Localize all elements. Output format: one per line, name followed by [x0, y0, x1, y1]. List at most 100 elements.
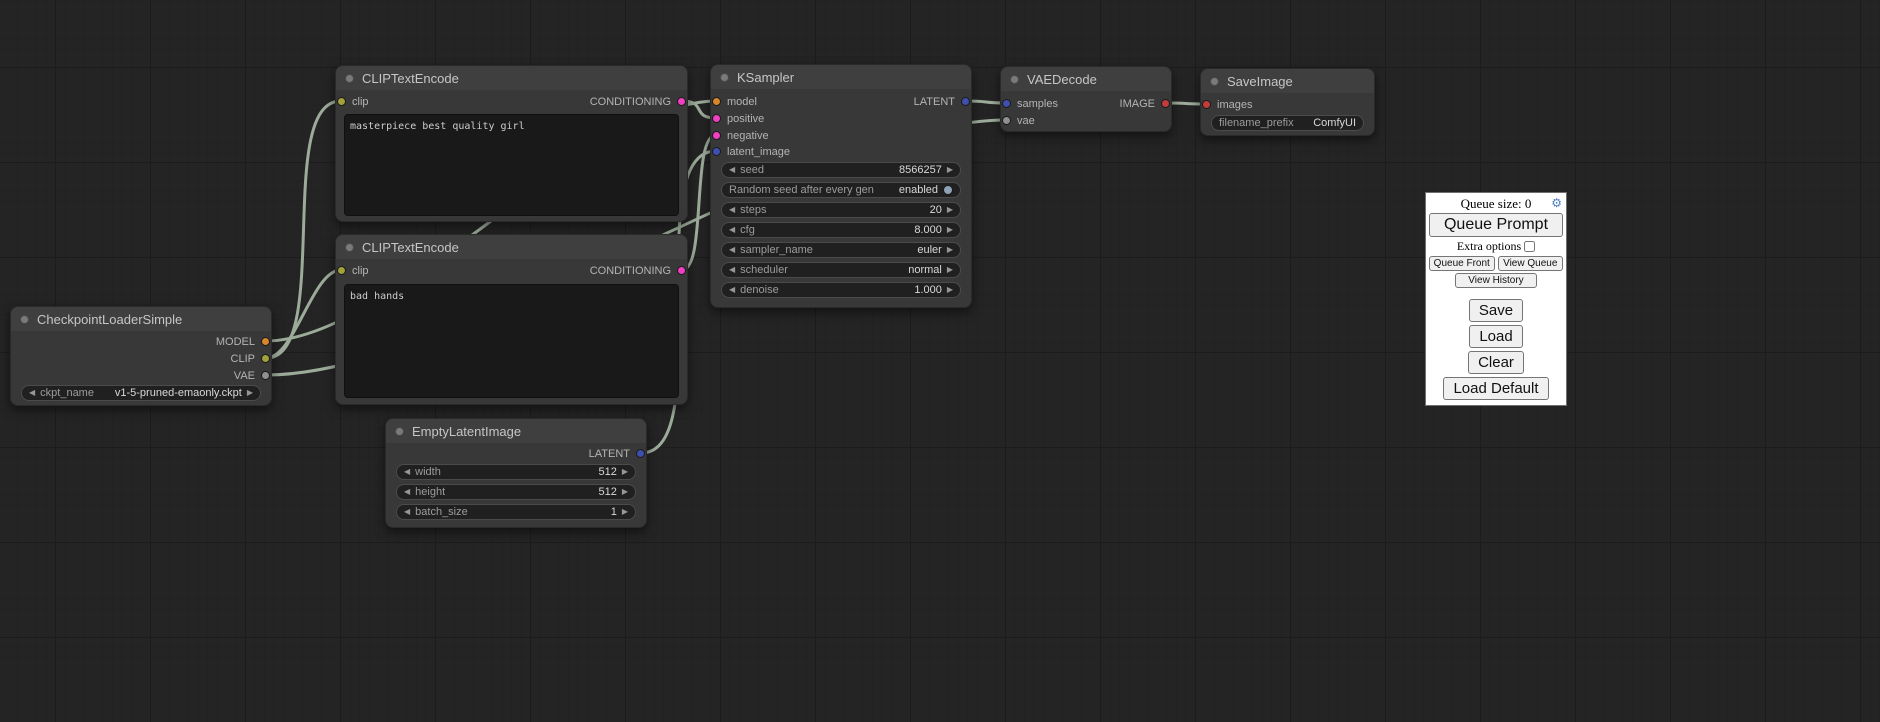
random-seed-toggle-widget[interactable]: Random seed after every gen enabled	[721, 182, 961, 198]
latent-image-input-slot: latent_image	[711, 144, 971, 160]
decrement-arrow-icon[interactable]: ◀	[29, 389, 35, 397]
increment-arrow-icon[interactable]: ▶	[247, 389, 253, 397]
extra-options-label: Extra options	[1457, 239, 1521, 254]
latent-output-dot[interactable]	[636, 449, 645, 458]
widget-value: 1	[611, 506, 617, 518]
model-output-dot[interactable]	[261, 337, 270, 346]
scheduler-widget[interactable]: ◀ scheduler normal ▶	[721, 262, 961, 278]
node-checkpoint-loader-simple[interactable]: CheckpointLoaderSimple MODEL CLIP VAE ◀ …	[10, 306, 272, 406]
node-collapse-dot[interactable]	[395, 427, 404, 436]
increment-arrow-icon[interactable]: ▶	[947, 266, 953, 274]
node-title: CLIPTextEncode	[362, 71, 459, 86]
batch-size-widget[interactable]: ◀ batch_size 1 ▶	[396, 504, 636, 520]
node-clip-text-encode-negative[interactable]: CLIPTextEncode clip CONDITIONING bad han…	[335, 234, 688, 405]
steps-widget[interactable]: ◀ steps 20 ▶	[721, 202, 961, 218]
vae-output-dot[interactable]	[261, 371, 270, 380]
node-vae-decode[interactable]: VAEDecode samples IMAGE vae	[1000, 66, 1172, 132]
decrement-arrow-icon[interactable]: ◀	[729, 286, 735, 294]
node-collapse-dot[interactable]	[1010, 75, 1019, 84]
extra-options-checkbox[interactable]	[1524, 241, 1535, 252]
conditioning-output-dot[interactable]	[677, 97, 686, 106]
graph-canvas[interactable]: CheckpointLoaderSimple MODEL CLIP VAE ◀ …	[0, 0, 1880, 722]
decrement-arrow-icon[interactable]: ◀	[729, 206, 735, 214]
height-widget[interactable]: ◀ height 512 ▶	[396, 484, 636, 500]
node-title: CheckpointLoaderSimple	[37, 312, 182, 327]
decrement-arrow-icon[interactable]: ◀	[404, 468, 410, 476]
prompt-textarea[interactable]: masterpiece best quality girl	[344, 114, 679, 216]
node-collapse-dot[interactable]	[20, 315, 29, 324]
node-collapse-dot[interactable]	[345, 74, 354, 83]
node-title-bar[interactable]: VAEDecode	[1001, 67, 1171, 91]
increment-arrow-icon[interactable]: ▶	[622, 488, 628, 496]
latent-input-dot[interactable]	[712, 147, 721, 156]
node-collapse-dot[interactable]	[1210, 77, 1219, 86]
increment-arrow-icon[interactable]: ▶	[622, 468, 628, 476]
node-title-bar[interactable]: CLIPTextEncode	[336, 235, 687, 259]
view-queue-button[interactable]: View Queue	[1498, 256, 1564, 271]
comfy-menu-panel[interactable]: Queue size: 0 ⚙ Queue Prompt Extra optio…	[1425, 192, 1567, 406]
slot-label: CLIP	[231, 353, 255, 365]
node-title-bar[interactable]: EmptyLatentImage	[386, 419, 646, 443]
slot-label: LATENT	[589, 448, 630, 460]
node-title-bar[interactable]: CheckpointLoaderSimple	[11, 307, 271, 331]
denoise-widget[interactable]: ◀ denoise 1.000 ▶	[721, 282, 961, 298]
latent-output-dot[interactable]	[961, 97, 970, 106]
image-output-slot: IMAGE	[1001, 96, 1171, 112]
decrement-arrow-icon[interactable]: ◀	[729, 166, 735, 174]
clip-output-dot[interactable]	[261, 354, 270, 363]
widget-label: cfg	[740, 224, 909, 236]
latent-output-slot: LATENT	[711, 94, 971, 110]
filename-prefix-widget[interactable]: filename_prefix ComfyUI	[1211, 115, 1364, 131]
load-default-button[interactable]: Load Default	[1443, 377, 1548, 400]
latent-output-slot: LATENT	[386, 446, 646, 462]
increment-arrow-icon[interactable]: ▶	[947, 246, 953, 254]
node-save-image[interactable]: SaveImage images filename_prefix ComfyUI	[1200, 68, 1375, 136]
node-collapse-dot[interactable]	[720, 73, 729, 82]
positive-input-slot: positive	[711, 111, 971, 127]
settings-gear-icon[interactable]: ⚙	[1551, 196, 1562, 211]
conditioning-input-dot[interactable]	[712, 131, 721, 140]
node-title-bar[interactable]: CLIPTextEncode	[336, 66, 687, 90]
decrement-arrow-icon[interactable]: ◀	[404, 488, 410, 496]
sampler-name-widget[interactable]: ◀ sampler_name euler ▶	[721, 242, 961, 258]
node-title-bar[interactable]: KSampler	[711, 65, 971, 89]
node-ksampler[interactable]: KSampler model LATENT positive negative …	[710, 64, 972, 308]
save-button[interactable]: Save	[1469, 299, 1523, 322]
width-widget[interactable]: ◀ width 512 ▶	[396, 464, 636, 480]
vae-input-slot: vae	[1001, 113, 1171, 129]
ckpt-name-widget[interactable]: ◀ ckpt_name v1-5-pruned-emaonly.ckpt ▶	[21, 385, 261, 401]
decrement-arrow-icon[interactable]: ◀	[404, 508, 410, 516]
conditioning-input-dot[interactable]	[712, 114, 721, 123]
widget-label: sampler_name	[740, 244, 912, 256]
image-output-dot[interactable]	[1161, 99, 1170, 108]
image-input-dot[interactable]	[1202, 100, 1211, 109]
images-input-slot: images	[1201, 97, 1374, 113]
queue-front-button[interactable]: Queue Front	[1429, 256, 1495, 271]
conditioning-output-dot[interactable]	[677, 266, 686, 275]
slot-label: positive	[727, 113, 764, 125]
load-button[interactable]: Load	[1469, 325, 1522, 348]
cfg-widget[interactable]: ◀ cfg 8.000 ▶	[721, 222, 961, 238]
increment-arrow-icon[interactable]: ▶	[622, 508, 628, 516]
decrement-arrow-icon[interactable]: ◀	[729, 226, 735, 234]
queue-prompt-button[interactable]: Queue Prompt	[1429, 213, 1563, 237]
increment-arrow-icon[interactable]: ▶	[947, 286, 953, 294]
decrement-arrow-icon[interactable]: ◀	[729, 266, 735, 274]
increment-arrow-icon[interactable]: ▶	[947, 226, 953, 234]
view-history-button[interactable]: View History	[1455, 273, 1536, 288]
node-title-bar[interactable]: SaveImage	[1201, 69, 1374, 93]
node-clip-text-encode-positive[interactable]: CLIPTextEncode clip CONDITIONING masterp…	[335, 65, 688, 222]
node-title: CLIPTextEncode	[362, 240, 459, 255]
node-collapse-dot[interactable]	[345, 243, 354, 252]
clear-button[interactable]: Clear	[1468, 351, 1524, 374]
decrement-arrow-icon[interactable]: ◀	[729, 246, 735, 254]
increment-arrow-icon[interactable]: ▶	[947, 206, 953, 214]
toggle-indicator-icon[interactable]	[943, 185, 953, 195]
widget-value: 512	[598, 466, 616, 478]
vae-input-dot[interactable]	[1002, 116, 1011, 125]
node-empty-latent-image[interactable]: EmptyLatentImage LATENT ◀ width 512 ▶ ◀ …	[385, 418, 647, 528]
prompt-textarea[interactable]: bad hands	[344, 284, 679, 398]
seed-widget[interactable]: ◀ seed 8566257 ▶	[721, 162, 961, 178]
increment-arrow-icon[interactable]: ▶	[947, 166, 953, 174]
widget-label: width	[415, 466, 593, 478]
